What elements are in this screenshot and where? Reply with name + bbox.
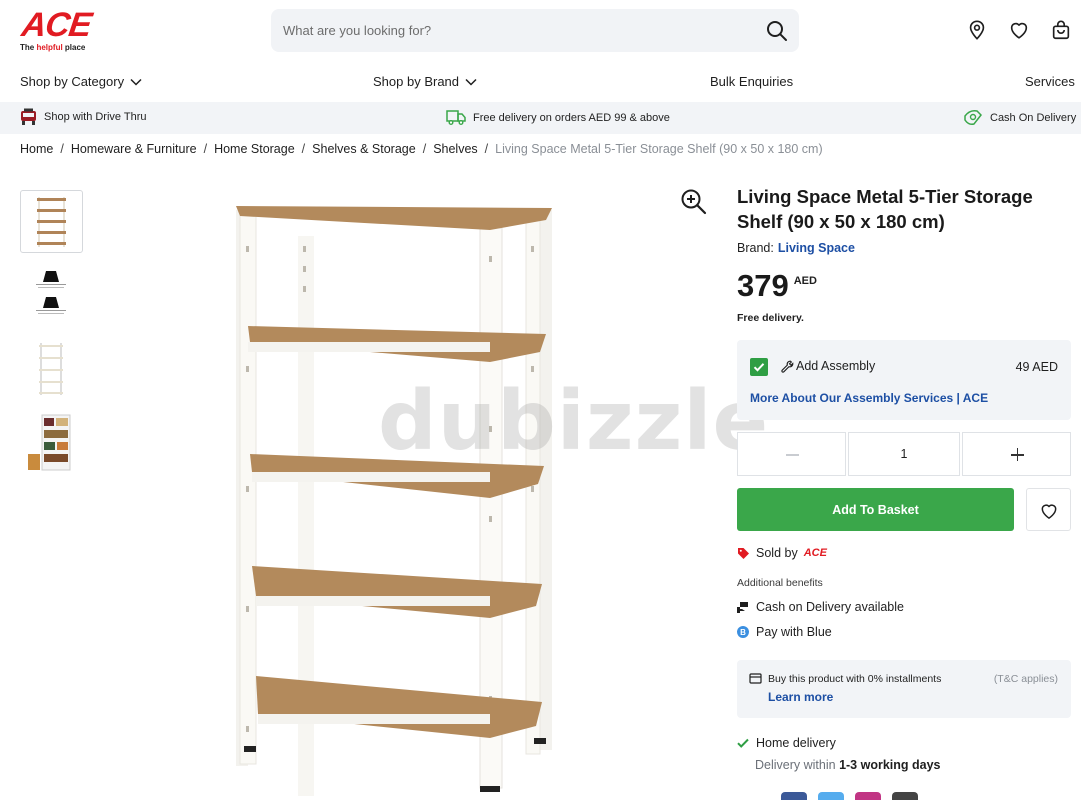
benefit-pay-with-blue: B Pay with Blue xyxy=(737,625,832,639)
breadcrumb-separator: / xyxy=(203,142,208,156)
info-strip: Shop with Drive Thru Free delivery on or… xyxy=(0,102,1081,134)
check-icon xyxy=(753,363,765,372)
breadcrumb-homeware[interactable]: Homeware & Furniture xyxy=(71,142,197,156)
drive-thru-icon xyxy=(21,108,36,125)
thumbnail-weight-image xyxy=(36,271,66,314)
minus-icon xyxy=(786,454,799,456)
check-icon xyxy=(737,738,749,748)
thumbnail-2[interactable] xyxy=(20,263,83,326)
logo-tagline: The helpful place xyxy=(20,43,86,52)
thumbnail-shelf-image xyxy=(37,197,66,247)
search-icon[interactable] xyxy=(765,19,789,43)
seller-logo: ACE xyxy=(803,547,827,559)
benefit-cod: Cash on Delivery available xyxy=(737,600,904,614)
learn-more-link[interactable]: Learn more xyxy=(768,690,833,704)
free-delivery-note: Free delivery. xyxy=(737,312,804,324)
assembly-services-link[interactable]: More About Our Assembly Services | ACE xyxy=(750,391,988,405)
brand-link[interactable]: Living Space xyxy=(778,241,855,255)
quantity-stepper: 1 xyxy=(737,432,1071,476)
watermark: dubizzle xyxy=(378,374,770,469)
svg-text:B: B xyxy=(740,628,746,637)
price-currency: AED xyxy=(793,275,817,287)
thumbnail-4[interactable] xyxy=(20,410,83,473)
facebook-icon[interactable] xyxy=(781,792,807,800)
heart-icon[interactable] xyxy=(1008,19,1030,41)
increase-quantity-button[interactable] xyxy=(962,432,1071,476)
blue-icon: B xyxy=(737,626,749,638)
chevron-down-icon xyxy=(465,78,477,86)
add-to-basket-button[interactable]: Add To Basket xyxy=(737,488,1014,531)
breadcrumb: Home / Homeware & Furniture / Home Stora… xyxy=(20,142,823,156)
instagram-icon[interactable] xyxy=(855,792,881,800)
product-price: 379 AED xyxy=(737,268,817,304)
breadcrumb-separator: / xyxy=(301,142,306,156)
location-pin-icon[interactable] xyxy=(966,19,988,41)
breadcrumb-shelves[interactable]: Shelves xyxy=(433,142,477,156)
thumbnail-1[interactable] xyxy=(20,190,83,253)
cash-icon xyxy=(964,110,982,125)
breadcrumb-current: Living Space Metal 5-Tier Storage Shelf … xyxy=(495,142,823,156)
main-nav: Shop by Category Shop by Brand Bulk Enqu… xyxy=(0,70,1081,94)
installments-text: Buy this product with 0% installments xyxy=(768,673,942,685)
email-icon[interactable] xyxy=(892,792,918,800)
assembly-label: Add Assembly xyxy=(781,359,875,373)
heart-icon xyxy=(1041,504,1057,519)
breadcrumb-separator: / xyxy=(484,142,489,156)
wrench-icon xyxy=(781,360,794,373)
ace-logo[interactable]: ACE The helpful place xyxy=(19,6,104,54)
product-image[interactable] xyxy=(190,186,720,800)
breadcrumb-separator: / xyxy=(60,142,64,156)
wishlist-button[interactable] xyxy=(1026,488,1071,531)
cod-info: Cash On Delivery xyxy=(963,108,1076,127)
sold-by: Sold by ACE xyxy=(737,546,827,560)
decrease-quantity-button[interactable] xyxy=(737,432,846,476)
nav-services[interactable]: Services xyxy=(1025,74,1075,89)
zoom-in-icon[interactable] xyxy=(680,188,707,215)
product-brand: Brand: Living Space xyxy=(737,241,855,255)
nav-bulk-enquiries[interactable]: Bulk Enquiries xyxy=(710,74,793,89)
product-title: Living Space Metal 5-Tier Storage Shelf … xyxy=(737,186,1033,232)
installments-tc: (T&C applies) xyxy=(993,673,1058,685)
breadcrumb-shelves-storage[interactable]: Shelves & Storage xyxy=(312,142,416,156)
installment-icon xyxy=(749,673,762,684)
assembly-option: Add Assembly 49 AED More About Our Assem… xyxy=(737,340,1071,420)
delivery-time: Delivery within 1-3 working days xyxy=(755,758,941,772)
site-header: ACE The helpful place xyxy=(0,0,1081,62)
breadcrumb-home-storage[interactable]: Home Storage xyxy=(214,142,295,156)
shelf-boards xyxy=(236,206,552,738)
thumbnail-shelf-angle-image xyxy=(39,343,63,395)
thumbnail-3[interactable] xyxy=(20,337,83,400)
thumbnail-shelf-loaded-image xyxy=(28,414,71,471)
home-delivery: Home delivery xyxy=(737,736,836,750)
breadcrumb-separator: / xyxy=(422,142,427,156)
drive-thru-link[interactable]: Shop with Drive Thru xyxy=(20,108,147,126)
free-delivery-info: Free delivery on orders AED 99 & above xyxy=(446,109,670,126)
chevron-down-icon xyxy=(130,78,142,86)
assembly-price: 49 AED xyxy=(1015,360,1058,374)
quantity-value[interactable]: 1 xyxy=(848,432,960,476)
search-bar xyxy=(271,9,799,52)
twitter-icon[interactable] xyxy=(818,792,844,800)
logo-text: ACE xyxy=(19,6,94,44)
nav-shop-by-brand[interactable]: Shop by Brand xyxy=(373,74,477,89)
tag-icon xyxy=(738,547,749,559)
search-input[interactable] xyxy=(283,19,753,41)
installments-box: Buy this product with 0% installments (T… xyxy=(737,660,1071,718)
additional-benefits-heading: Additional benefits xyxy=(737,577,823,589)
basket-icon[interactable] xyxy=(1050,19,1072,41)
assembly-checkbox[interactable] xyxy=(750,358,768,376)
delivery-truck-icon xyxy=(446,110,466,125)
cash-hand-icon xyxy=(737,602,748,613)
nav-shop-by-category[interactable]: Shop by Category xyxy=(20,74,142,89)
breadcrumb-home[interactable]: Home xyxy=(20,142,53,156)
price-value: 379 xyxy=(737,268,789,303)
